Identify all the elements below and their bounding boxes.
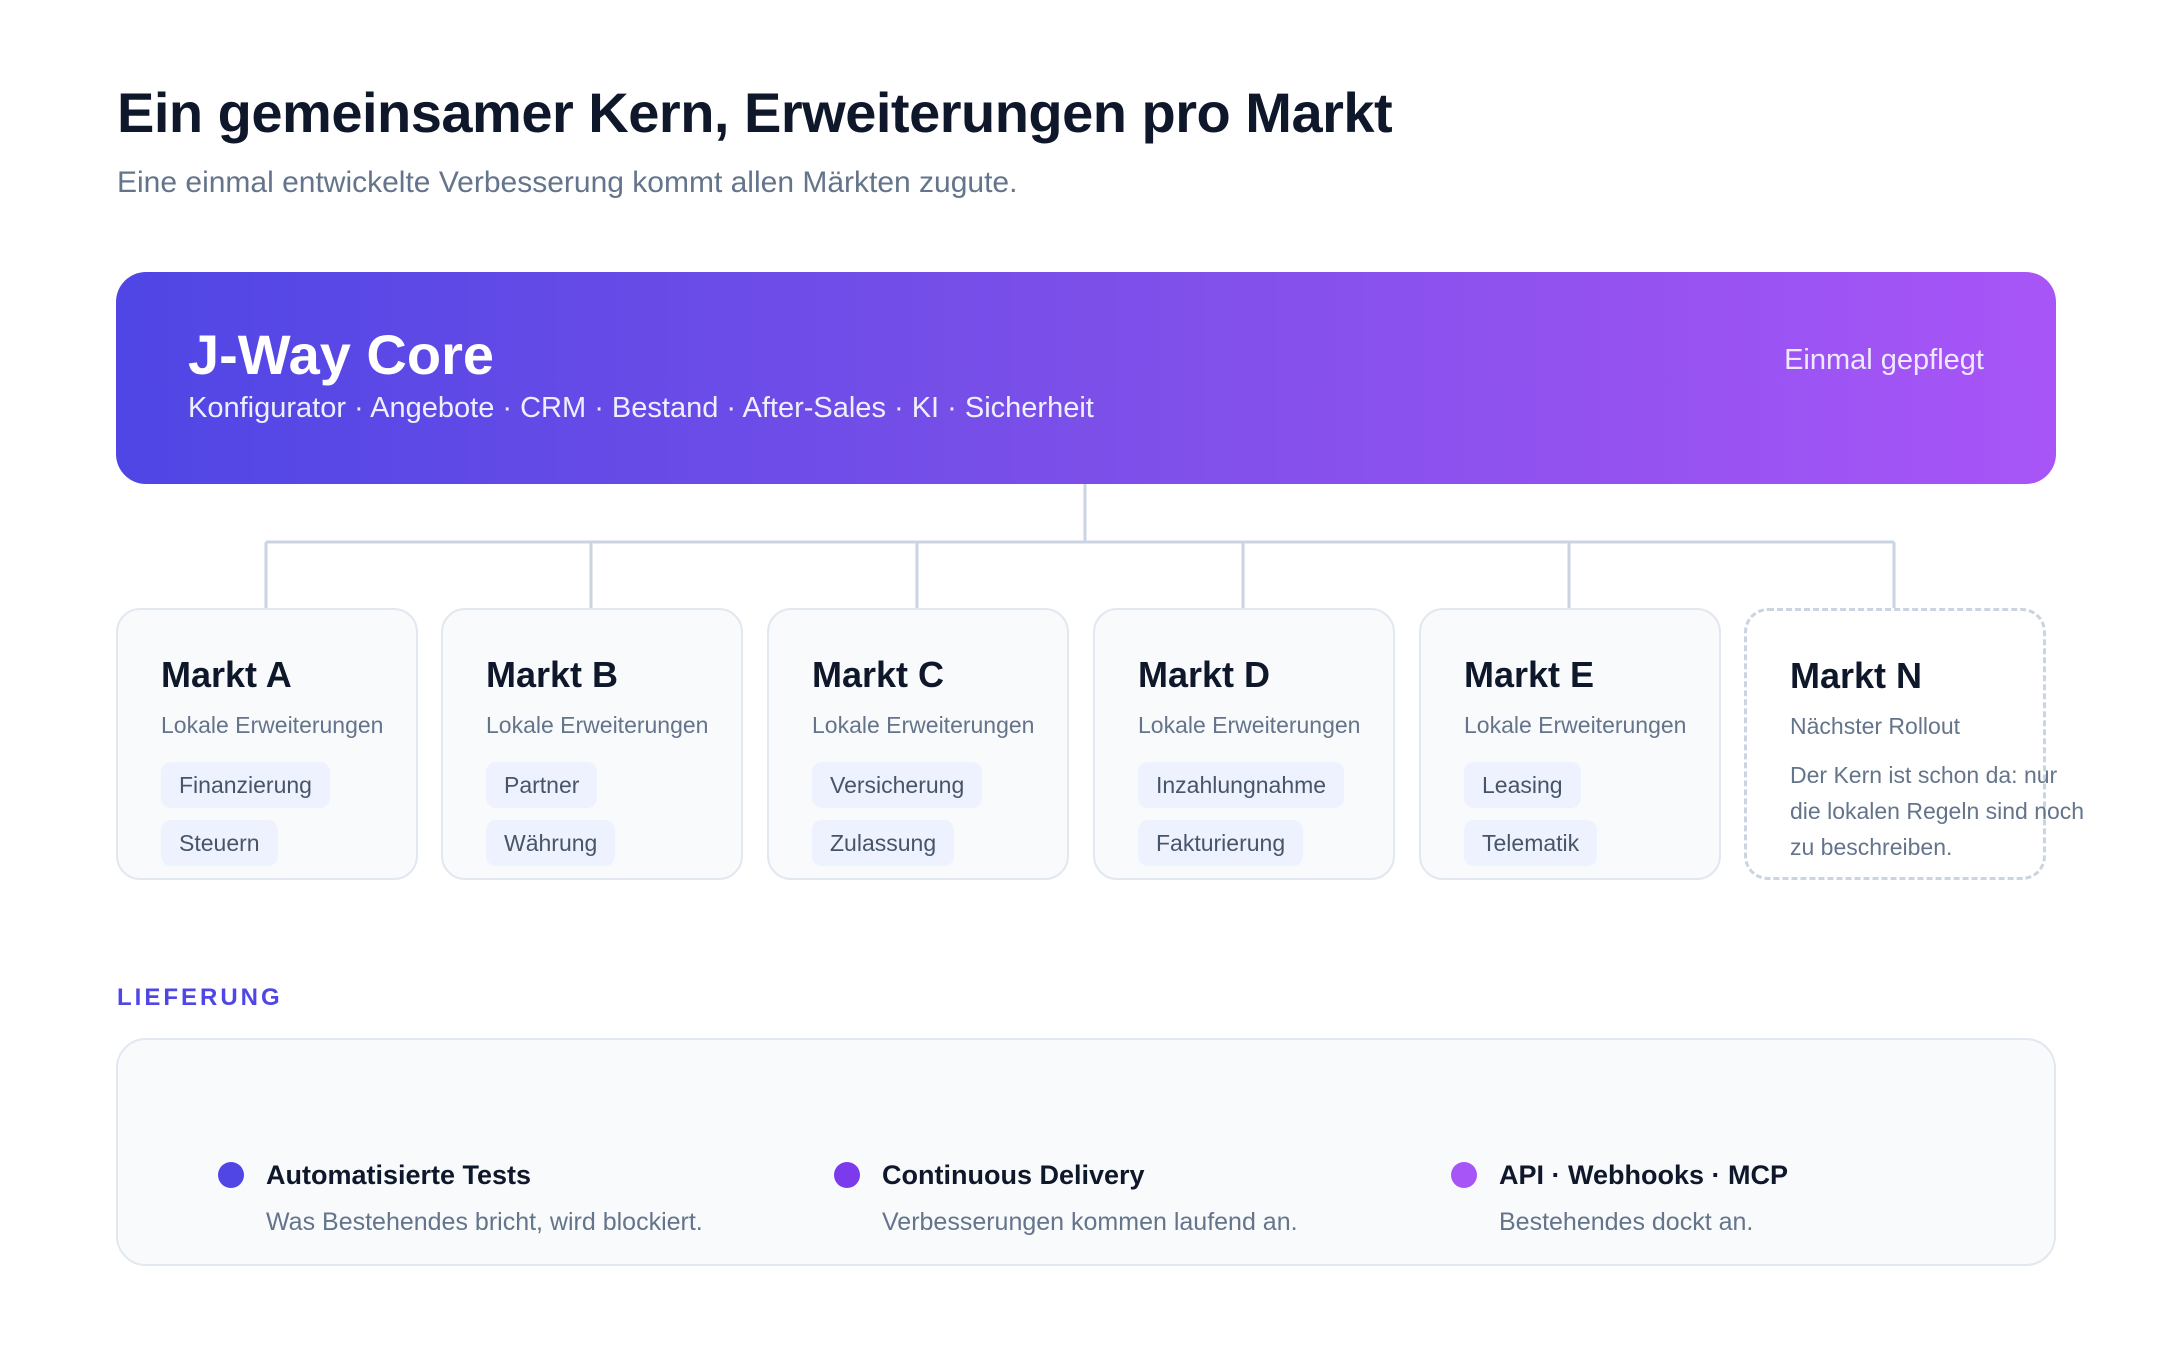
market-subtitle: Lokale Erweiterungen <box>1464 712 1687 738</box>
dot-icon <box>834 1162 860 1188</box>
extension-chip: Finanzierung <box>161 762 330 808</box>
market-card-n: Markt N Nächster Rollout Der Kern ist sc… <box>1744 608 2084 880</box>
extension-chip: Währung <box>486 820 616 866</box>
extension-chip: Zulassung <box>812 820 955 866</box>
page-title: Ein gemeinsamer Kern, Erweiterungen pro … <box>117 81 1393 144</box>
market-subtitle: Lokale Erweiterungen <box>812 712 1035 738</box>
section-label-delivery: LIEFERUNG <box>117 984 283 1011</box>
dot-icon <box>1451 1162 1477 1188</box>
market-card-d: Markt D Lokale Erweiterungen Inzahlungna… <box>1093 608 1395 880</box>
delivery-item-title: Continuous Delivery <box>882 1160 1145 1190</box>
market-subtitle: Lokale Erweiterungen <box>1138 712 1361 738</box>
market-title: Markt D <box>1138 654 1271 695</box>
market-title: Markt N <box>1790 655 1923 696</box>
delivery-item-title: Automatisierte Tests <box>266 1160 532 1190</box>
extension-chip: Leasing <box>1464 762 1581 808</box>
delivery-item-description: Was Bestehendes bricht, wird blockiert. <box>266 1208 703 1236</box>
delivery-item-title: API · Webhooks · MCP <box>1499 1160 1789 1190</box>
extension-chip: Fakturierung <box>1138 820 1304 866</box>
market-card-b: Markt B Lokale Erweiterungen Partner Wäh… <box>441 608 743 880</box>
delivery-panel: Automatisierte Tests Was Bestehendes bri… <box>116 1038 2056 1266</box>
market-card-e: Markt E Lokale Erweiterungen Leasing Tel… <box>1419 608 1721 880</box>
market-note: Der Kern ist schon da: nur die lokalen R… <box>1790 762 2085 860</box>
delivery-item-description: Verbesserungen kommen laufend an. <box>882 1208 1298 1236</box>
market-subtitle: Lokale Erweiterungen <box>161 712 384 738</box>
dot-icon <box>218 1162 244 1188</box>
market-card-a: Markt A Lokale Erweiterungen Finanzierun… <box>116 608 418 880</box>
core-modules: Konfigurator · Angebote · CRM · Bestand … <box>188 392 1094 424</box>
market-title: Markt C <box>812 654 945 695</box>
extension-chip: Telematik <box>1464 820 1598 866</box>
market-card-c: Markt C Lokale Erweiterungen Versicherun… <box>767 608 1069 880</box>
extension-chip: Versicherung <box>812 762 983 808</box>
page-subtitle: Eine einmal entwickelte Verbesserung kom… <box>117 166 1018 199</box>
delivery-item-description: Bestehendes dockt an. <box>1499 1208 1754 1236</box>
extension-chip: Inzahlungnahme <box>1138 762 1345 808</box>
market-subtitle: Lokale Erweiterungen <box>486 712 709 738</box>
extension-chip: Steuern <box>161 820 278 866</box>
core-title: J-Way Core <box>188 323 495 386</box>
market-title: Markt E <box>1464 654 1595 695</box>
market-subtitle: Nächster Rollout <box>1790 713 1961 739</box>
extension-chip: Partner <box>486 762 598 808</box>
page: Ein gemeinsamer Kern, Erweiterungen pro … <box>0 0 2160 1368</box>
market-title: Markt A <box>161 654 292 695</box>
core-badge: Einmal gepflegt <box>1784 344 1984 376</box>
core-banner: J-Way Core Konfigurator · Angebote · CRM… <box>116 272 2056 484</box>
market-title: Markt B <box>486 654 619 695</box>
